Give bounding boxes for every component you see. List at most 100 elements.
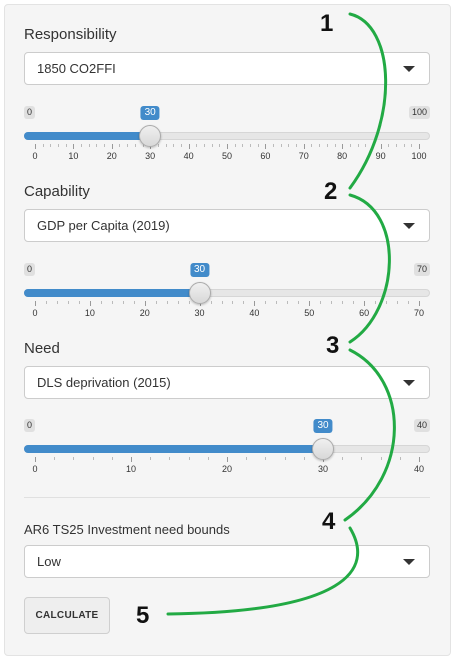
slider-minor-tick xyxy=(173,144,175,147)
slider-minor-tick xyxy=(122,301,124,304)
slider-minor-tick xyxy=(276,301,278,304)
slider-tick-label: 0 xyxy=(32,308,38,318)
slider-fill xyxy=(24,132,151,140)
slider-minor-tick xyxy=(58,144,60,147)
slider-tick-label: 10 xyxy=(125,464,137,474)
slider-minor-tick xyxy=(169,457,171,460)
slider-minor-tick xyxy=(386,301,388,304)
slider-minor-tick xyxy=(411,144,413,147)
investment-select-value: Low xyxy=(37,554,61,569)
slider-minor-tick xyxy=(399,457,401,460)
slider-minor-tick xyxy=(265,457,267,460)
slider-minor-tick xyxy=(242,144,244,147)
slider-value-label: 30 xyxy=(190,263,210,277)
slider-minor-tick xyxy=(326,144,328,147)
investment-select[interactable]: Low xyxy=(24,545,430,578)
slider-minor-tick xyxy=(54,457,56,460)
slider-tick xyxy=(342,144,344,149)
slider-tick xyxy=(419,457,420,462)
slider-tick-label: 10 xyxy=(68,151,79,161)
slider-minor-tick xyxy=(403,144,405,147)
slider-tick-label: 30 xyxy=(317,464,329,474)
slider-tick xyxy=(419,301,420,306)
slider-tick xyxy=(188,144,190,149)
slider-minor-tick xyxy=(372,144,374,147)
slider-minor-tick xyxy=(250,144,252,147)
step-4-number: 4 xyxy=(322,508,336,535)
capability-select[interactable]: GDP per Capita (2019) xyxy=(24,209,430,242)
slider-tick-label: 30 xyxy=(194,308,205,318)
slider-minor-tick xyxy=(42,144,44,147)
calculate-button[interactable]: CALCULATE xyxy=(24,597,110,634)
investment-label: AR6 TS25 Investment need bounds xyxy=(24,522,230,537)
slider-minor-tick xyxy=(203,144,205,147)
need-select[interactable]: DLS deprivation (2015) xyxy=(24,366,430,399)
slider-minor-tick xyxy=(265,301,267,304)
slider-minor-tick xyxy=(342,301,344,304)
slider-handle[interactable] xyxy=(188,282,211,304)
capability-label: Capability xyxy=(24,183,90,200)
slider-tick xyxy=(265,144,267,149)
slider-minor-tick xyxy=(331,301,333,304)
slider-minor-tick xyxy=(246,457,248,460)
slider-tick-label: 80 xyxy=(337,151,348,161)
slider-min-label: 0 xyxy=(24,263,36,276)
slider-minor-tick xyxy=(375,301,377,304)
slider-minor-tick xyxy=(319,144,321,147)
slider-minor-tick xyxy=(219,144,221,147)
slider-min-label: 0 xyxy=(24,106,36,119)
slider-min-label: 0 xyxy=(24,419,36,432)
slider-tick xyxy=(227,457,228,462)
responsibility-select[interactable]: 1850 CO2FFI xyxy=(24,52,430,85)
slider-minor-tick xyxy=(196,144,198,147)
slider-tick-label: 70 xyxy=(298,151,309,161)
slider-minor-tick xyxy=(397,301,399,304)
slider-minor-tick xyxy=(357,144,359,147)
slider-minor-tick xyxy=(296,144,298,147)
slider-minor-tick xyxy=(395,144,397,147)
need-select-value: DLS deprivation (2015) xyxy=(37,375,171,390)
slider-minor-tick xyxy=(288,144,290,147)
slider-tick xyxy=(35,457,36,462)
slider-minor-tick xyxy=(349,144,351,147)
responsibility-slider[interactable]: 0 10 20 30 40 50 60 70 80 90 100 0 100 30 xyxy=(24,106,430,166)
responsibility-label: Responsibility xyxy=(24,26,117,43)
slider-minor-tick xyxy=(67,301,69,304)
slider-fill xyxy=(24,445,323,453)
slider-minor-tick xyxy=(81,144,83,147)
slider-tick xyxy=(303,144,305,149)
slider-tick-label: 10 xyxy=(84,308,95,318)
slider-tick xyxy=(227,144,228,149)
slider-tick-label: 40 xyxy=(183,151,194,161)
slider-minor-tick xyxy=(273,144,275,147)
slider-value-label: 30 xyxy=(313,419,333,433)
slider-tick-label: 60 xyxy=(260,151,271,161)
slider-minor-tick xyxy=(211,144,213,147)
slider-minor-tick xyxy=(287,301,289,304)
slider-fill xyxy=(24,289,200,297)
slider-tick xyxy=(309,301,311,306)
slider-minor-tick xyxy=(408,301,410,304)
slider-minor-tick xyxy=(56,301,58,304)
slider-minor-tick xyxy=(104,144,106,147)
chevron-down-icon xyxy=(403,223,415,229)
slider-minor-tick xyxy=(388,144,390,147)
slider-tick xyxy=(364,301,366,306)
slider-tick-label: 20 xyxy=(139,308,150,318)
slider-max-label: 70 xyxy=(413,263,430,276)
slider-minor-tick xyxy=(133,301,135,304)
slider-handle[interactable] xyxy=(312,438,334,460)
slider-tick xyxy=(35,301,36,306)
slider-tick-label: 20 xyxy=(106,151,117,161)
slider-minor-tick xyxy=(127,144,129,147)
slider-tick-label: 40 xyxy=(413,464,425,474)
slider-minor-tick xyxy=(73,457,75,460)
slider-minor-tick xyxy=(119,144,121,147)
slider-tick xyxy=(419,144,420,149)
capability-slider[interactable]: 0 10 20 30 40 50 60 70 0 70 30 xyxy=(24,263,430,323)
slider-minor-tick xyxy=(334,144,336,147)
slider-tick-label: 0 xyxy=(32,151,38,161)
need-slider[interactable]: 0 10 20 30 40 0 40 30 xyxy=(24,419,430,479)
slider-minor-tick xyxy=(257,144,259,147)
section-divider xyxy=(24,497,430,498)
